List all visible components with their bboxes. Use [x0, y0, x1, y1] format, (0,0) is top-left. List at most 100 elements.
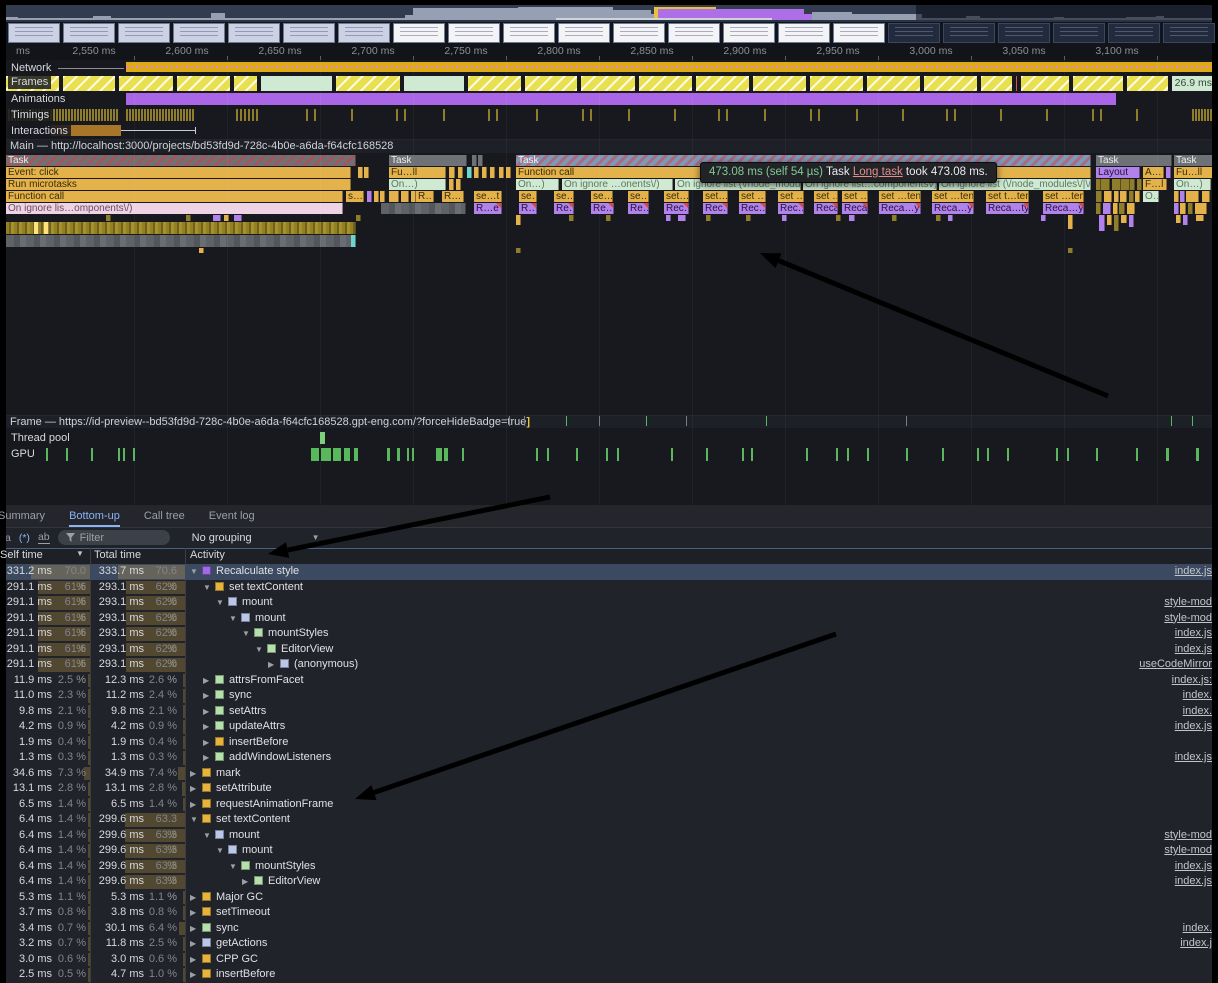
flame-bar[interactable]: set…nt: [664, 191, 689, 202]
flame-bar[interactable]: Reca…yle: [932, 203, 974, 214]
frame-segment[interactable]: [810, 76, 865, 91]
table-row[interactable]: 1.3 ms0.3 %1.3 ms0.3 %▶addWindowListener…: [6, 750, 1212, 766]
flame-bar[interactable]: Re…le: [628, 203, 649, 214]
flame-bar[interactable]: [1135, 191, 1140, 202]
source-link[interactable]: style-mod: [1164, 843, 1212, 859]
flame-bar[interactable]: [6, 235, 353, 247]
flame-bar[interactable]: R…: [416, 191, 434, 202]
frame-segment[interactable]: [1073, 76, 1125, 91]
frame-segment[interactable]: [404, 76, 466, 91]
table-row[interactable]: 6.4 ms1.4 %299.6 ms63.3 %▼set textConten…: [6, 812, 1212, 828]
flame-bar[interactable]: [1121, 215, 1127, 223]
flame-bar[interactable]: [1195, 203, 1207, 214]
flame-bar[interactable]: [478, 155, 483, 166]
details-tabbar[interactable]: SummaryBottom-upCall treeEvent log: [6, 505, 1212, 528]
source-link[interactable]: index.: [1183, 921, 1212, 937]
flame-bar[interactable]: [892, 215, 897, 221]
screenshot-thumbnail[interactable]: [283, 23, 335, 43]
grouping-select[interactable]: No grouping: [192, 532, 252, 544]
screenshot-thumbnail[interactable]: [833, 23, 885, 43]
screenshot-thumbnail[interactable]: [1108, 23, 1160, 43]
flame-bar[interactable]: [1114, 191, 1119, 202]
frame-segment[interactable]: [753, 76, 808, 91]
screenshot-thumbnail[interactable]: [668, 23, 720, 43]
table-row[interactable]: 6.4 ms1.4 %299.6 ms63.3 %▼mountstyle-mod: [6, 828, 1212, 844]
flame-bar[interactable]: On ignore lis…omponents\/): [6, 203, 343, 214]
collapse-arrow-icon[interactable]: ▼: [203, 828, 215, 844]
flame-bar[interactable]: set …ent: [739, 191, 766, 202]
source-link[interactable]: style-mod: [1164, 828, 1212, 844]
flame-bar[interactable]: [472, 155, 477, 166]
frame-segment[interactable]: [177, 76, 232, 91]
main-thread-header[interactable]: Main — http://localhost:3000/projects/bd…: [6, 139, 1212, 153]
table-row[interactable]: 1.9 ms0.4 %1.9 ms0.4 %▶insertBefore: [6, 735, 1212, 751]
table-row[interactable]: 6.4 ms1.4 %299.6 ms63.3 %▶EditorViewinde…: [6, 874, 1212, 890]
flame-bar[interactable]: [1041, 215, 1046, 221]
source-link[interactable]: index.: [1183, 704, 1212, 720]
screenshot-thumbnail[interactable]: [118, 23, 170, 43]
timeline-overview[interactable]: [6, 5, 1212, 44]
source-link[interactable]: style-mod: [1164, 595, 1212, 611]
flame-bar[interactable]: [746, 215, 751, 221]
screenshot-thumbnail[interactable]: [8, 23, 60, 43]
screenshot-thumbnail[interactable]: [173, 23, 225, 43]
flame-bar[interactable]: [449, 167, 455, 178]
screenshot-filmstrip[interactable]: [6, 22, 1212, 44]
source-link[interactable]: index.js: [1175, 719, 1212, 735]
source-link[interactable]: index.js: [1175, 859, 1212, 875]
flame-bar[interactable]: [456, 179, 461, 190]
flame-bar[interactable]: R…e: [474, 203, 502, 214]
screenshot-thumbnail[interactable]: [998, 23, 1050, 43]
flame-bar[interactable]: [401, 191, 409, 202]
grouping-dropdown-arrow[interactable]: ▼: [312, 533, 320, 542]
gpu-track-label[interactable]: GPU: [8, 448, 38, 461]
flame-bar[interactable]: R…: [442, 191, 464, 202]
frame-segment[interactable]: [119, 76, 175, 91]
table-row[interactable]: 9.8 ms2.1 %9.8 ms2.1 %▶setAttrsindex.: [6, 704, 1212, 720]
col-self-time[interactable]: Self time: [0, 549, 60, 561]
flame-bar[interactable]: [1183, 215, 1188, 225]
source-link[interactable]: useCodeMirror: [1139, 657, 1212, 673]
main-flame-chart[interactable]: TaskTaskTaskTaskTaskEvent: clickFu…llFun…: [6, 155, 1212, 265]
source-link[interactable]: index.js: [1175, 564, 1212, 580]
flame-bar[interactable]: [1174, 203, 1179, 214]
table-row[interactable]: 331.2 ms70.0 %333.7 ms70.6 %▼Recalculate…: [6, 564, 1212, 580]
source-link[interactable]: index.js: [1175, 874, 1212, 890]
screenshot-thumbnail[interactable]: [613, 23, 665, 43]
flame-bar[interactable]: Rec…yle: [739, 203, 766, 214]
flame-bar[interactable]: R…e: [519, 203, 537, 214]
expand-arrow-icon[interactable]: ▶: [242, 874, 254, 890]
table-row[interactable]: 3.2 ms0.7 %11.8 ms2.5 %▶getActionsindex.…: [6, 936, 1212, 952]
sort-arrow-icon[interactable]: ▼: [76, 549, 84, 558]
flame-bar[interactable]: [213, 215, 221, 221]
source-link[interactable]: index.js: [1175, 626, 1212, 642]
expand-arrow-icon[interactable]: ▶: [203, 750, 215, 766]
flame-bar[interactable]: [449, 179, 454, 190]
collapse-arrow-icon[interactable]: ▼: [203, 580, 215, 596]
source-link[interactable]: index.js: [1175, 642, 1212, 658]
collapse-arrow-icon[interactable]: ▼: [190, 812, 202, 828]
source-link[interactable]: index.: [1183, 688, 1212, 704]
tooltip-longtask-link[interactable]: Long task: [853, 166, 903, 178]
col-activity[interactable]: Activity: [190, 549, 260, 561]
flame-bar[interactable]: [1068, 248, 1073, 253]
table-row[interactable]: 291.1 ms61.6 %293.1 ms62.0 %▼EditorViewi…: [6, 642, 1212, 658]
flame-bar[interactable]: On…): [516, 179, 559, 190]
flame-bar[interactable]: [482, 167, 487, 178]
source-link[interactable]: style-mod: [1164, 611, 1212, 627]
flame-bar[interactable]: set …tent: [814, 191, 838, 202]
frame-segment[interactable]: [1021, 76, 1071, 91]
flame-bar[interactable]: A…: [1143, 167, 1164, 178]
flame-bar[interactable]: se…t: [474, 191, 502, 202]
timings-track-label[interactable]: Timings: [8, 109, 52, 122]
frame-duration-badge[interactable]: 26.9 ms: [1172, 76, 1212, 91]
table-row[interactable]: 291.1 ms61.6 %293.1 ms62.0 %▼mountstyle-…: [6, 611, 1212, 627]
table-row[interactable]: 291.1 ms61.6 %293.1 ms62.0 %▼mountStyles…: [6, 626, 1212, 642]
animations-track-bar[interactable]: [126, 93, 1116, 105]
frame-segment[interactable]: [1016, 76, 1019, 91]
flame-bar[interactable]: [367, 191, 372, 202]
frame-segment[interactable]: [336, 76, 402, 91]
table-row[interactable]: 6.4 ms1.4 %299.6 ms63.3 %▼mountstyle-mod: [6, 843, 1212, 859]
table-row[interactable]: 13.1 ms2.8 %13.1 ms2.8 %▶setAttribute: [6, 781, 1212, 797]
screenshot-thumbnail[interactable]: [1163, 23, 1215, 43]
